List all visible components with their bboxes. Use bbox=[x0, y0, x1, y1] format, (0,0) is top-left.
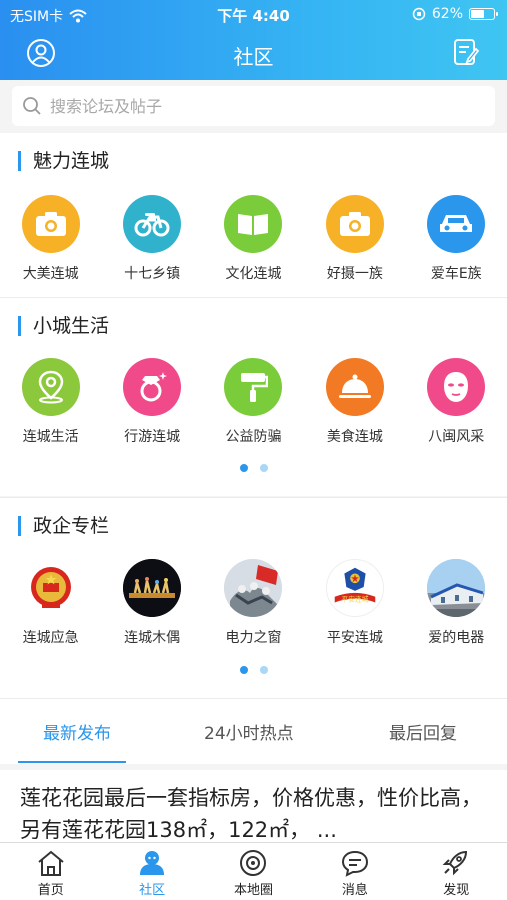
active-tab-indicator bbox=[18, 761, 126, 763]
page-dot[interactable] bbox=[239, 666, 248, 674]
section-title: 政企专栏 bbox=[18, 516, 109, 536]
home-icon bbox=[38, 850, 64, 876]
tabbar-item-home[interactable]: 首页 bbox=[0, 843, 101, 900]
puppet-stage-image bbox=[123, 559, 182, 617]
bottom-tab-bar: 首页 社区 本地圈 消息 发现 bbox=[0, 842, 507, 900]
tabbar-item-local[interactable]: 本地圈 bbox=[203, 843, 304, 900]
page-indicator bbox=[0, 666, 507, 674]
tab-latest[interactable]: 最新发布 bbox=[43, 719, 111, 744]
category-item-photography[interactable]: 好摄一族 bbox=[304, 195, 405, 283]
category-label: 爱车E族 bbox=[430, 266, 482, 282]
category-item-damei[interactable]: 大美连城 bbox=[0, 195, 101, 283]
battery-icon bbox=[469, 8, 498, 20]
category-label: 连城生活 bbox=[22, 429, 79, 445]
store-building-image bbox=[427, 559, 486, 617]
category-label: 行游连城 bbox=[124, 429, 181, 445]
category-label: 好摄一族 bbox=[326, 266, 383, 282]
search-area bbox=[0, 80, 507, 132]
food-cloche-icon bbox=[338, 374, 371, 398]
tabbar-label: 发现 bbox=[443, 883, 470, 898]
category-item-food[interactable]: 美食连城 bbox=[304, 358, 405, 446]
section-title: 魅力连城 bbox=[18, 151, 109, 171]
tabbar-item-discover[interactable]: 发现 bbox=[406, 843, 507, 900]
category-label: 文化连城 bbox=[225, 266, 282, 282]
car-icon bbox=[440, 215, 473, 232]
page-title: 社区 bbox=[233, 45, 274, 69]
post-title: 莲花花园最后一套指标房，价格优惠，性价比高，另有莲花花园138㎡，122㎡， .… bbox=[20, 786, 482, 842]
search-input[interactable] bbox=[50, 96, 470, 116]
tabbar-item-community[interactable]: 社区 bbox=[101, 843, 202, 900]
header-bar: 无SIM卡 下午 4:40 62% 社区 bbox=[0, 0, 507, 80]
tabbar-item-messages[interactable]: 消息 bbox=[304, 843, 405, 900]
section-charm-liancheng: 魅力连城 大美连城 十七乡镇 文化连城 好摄一族 爱车E族 bbox=[0, 133, 507, 297]
search-icon bbox=[23, 97, 41, 115]
feed-tabs: 最新发布 24小时热点 最后回复 bbox=[0, 698, 507, 764]
svg-text:平安连城: 平安连城 bbox=[341, 595, 368, 604]
tabbar-label: 社区 bbox=[139, 883, 166, 898]
category-label: 公益防骗 bbox=[225, 429, 282, 445]
camera-icon bbox=[35, 212, 66, 236]
icon-grid: 大美连城 十七乡镇 文化连城 好摄一族 爱车E族 bbox=[0, 195, 507, 283]
tab-24h-hot[interactable]: 24小时热点 bbox=[204, 719, 294, 744]
camera-icon bbox=[339, 212, 370, 236]
section-title: 小城生活 bbox=[18, 316, 109, 336]
category-item-travel[interactable]: 行游连城 bbox=[101, 358, 202, 446]
location-pin-icon bbox=[38, 370, 63, 404]
paint-roller-icon bbox=[241, 373, 269, 402]
column-item-emergency[interactable]: 连城应急 bbox=[0, 559, 101, 647]
page-indicator bbox=[0, 464, 507, 472]
status-bar: 无SIM卡 下午 4:40 62% bbox=[0, 0, 507, 28]
category-item-fujian[interactable]: 八闽风采 bbox=[406, 358, 507, 446]
message-icon bbox=[341, 850, 368, 877]
edit-note-icon bbox=[454, 39, 480, 65]
column-label: 爱的电器 bbox=[428, 630, 485, 646]
face-mask-icon bbox=[444, 372, 469, 402]
column-label: 电力之窗 bbox=[225, 630, 282, 646]
section-government-enterprise: 政企专栏 连城应急 连城木偶 电力之窗 平安连城 平安连城 爱的电器 bbox=[0, 498, 507, 698]
community-icon bbox=[140, 851, 165, 875]
column-item-power[interactable]: 电力之窗 bbox=[203, 559, 304, 647]
new-post-button[interactable] bbox=[451, 37, 481, 67]
category-item-towns[interactable]: 十七乡镇 bbox=[101, 195, 202, 283]
search-box[interactable] bbox=[12, 86, 495, 126]
section-town-life: 小城生活 连城生活 行游连城 公益防骗 美食连城 八闽风采 bbox=[0, 298, 507, 496]
local-circle-icon bbox=[240, 850, 267, 876]
national-emblem-image bbox=[21, 559, 80, 617]
category-item-welfare[interactable]: 公益防骗 bbox=[203, 358, 304, 446]
tabbar-label: 消息 bbox=[341, 883, 368, 898]
police-emblem-image: 平安连城 bbox=[326, 560, 383, 616]
category-label: 大美连城 bbox=[22, 266, 79, 282]
category-label: 八闽风采 bbox=[428, 429, 485, 445]
bicycle-icon bbox=[134, 213, 170, 237]
page-dot[interactable] bbox=[259, 666, 268, 674]
column-item-appliance[interactable]: 爱的电器 bbox=[406, 559, 507, 647]
orientation-lock-icon bbox=[412, 7, 426, 21]
ring-icon bbox=[140, 372, 168, 402]
category-item-car[interactable]: 爱车E族 bbox=[406, 195, 507, 283]
category-label: 美食连城 bbox=[326, 429, 383, 445]
page-dot[interactable] bbox=[239, 464, 248, 472]
page-dot[interactable] bbox=[259, 464, 268, 472]
post-list-item[interactable]: 莲花花园最后一套指标房，价格优惠，性价比高，另有莲花花园138㎡，122㎡， .… bbox=[0, 770, 507, 842]
book-icon bbox=[238, 214, 269, 235]
rocket-icon bbox=[442, 850, 468, 876]
category-item-culture[interactable]: 文化连城 bbox=[203, 195, 304, 283]
tabbar-label: 本地圈 bbox=[233, 883, 273, 898]
tab-last-reply[interactable]: 最后回复 bbox=[389, 719, 457, 744]
power-workers-image bbox=[224, 559, 283, 617]
icon-grid: 连城应急 连城木偶 电力之窗 平安连城 平安连城 爱的电器 bbox=[0, 559, 507, 647]
column-item-puppet[interactable]: 连城木偶 bbox=[101, 559, 202, 647]
column-item-safety[interactable]: 平安连城 平安连城 bbox=[304, 559, 405, 647]
column-label: 平安连城 bbox=[326, 630, 383, 646]
battery-percent: 62% bbox=[431, 6, 463, 22]
category-label: 十七乡镇 bbox=[124, 266, 181, 282]
column-label: 连城木偶 bbox=[124, 630, 181, 646]
column-label: 连城应急 bbox=[22, 630, 79, 646]
tabbar-label: 首页 bbox=[37, 883, 64, 898]
category-item-life[interactable]: 连城生活 bbox=[0, 358, 101, 446]
icon-grid: 连城生活 行游连城 公益防骗 美食连城 八闽风采 bbox=[0, 358, 507, 446]
